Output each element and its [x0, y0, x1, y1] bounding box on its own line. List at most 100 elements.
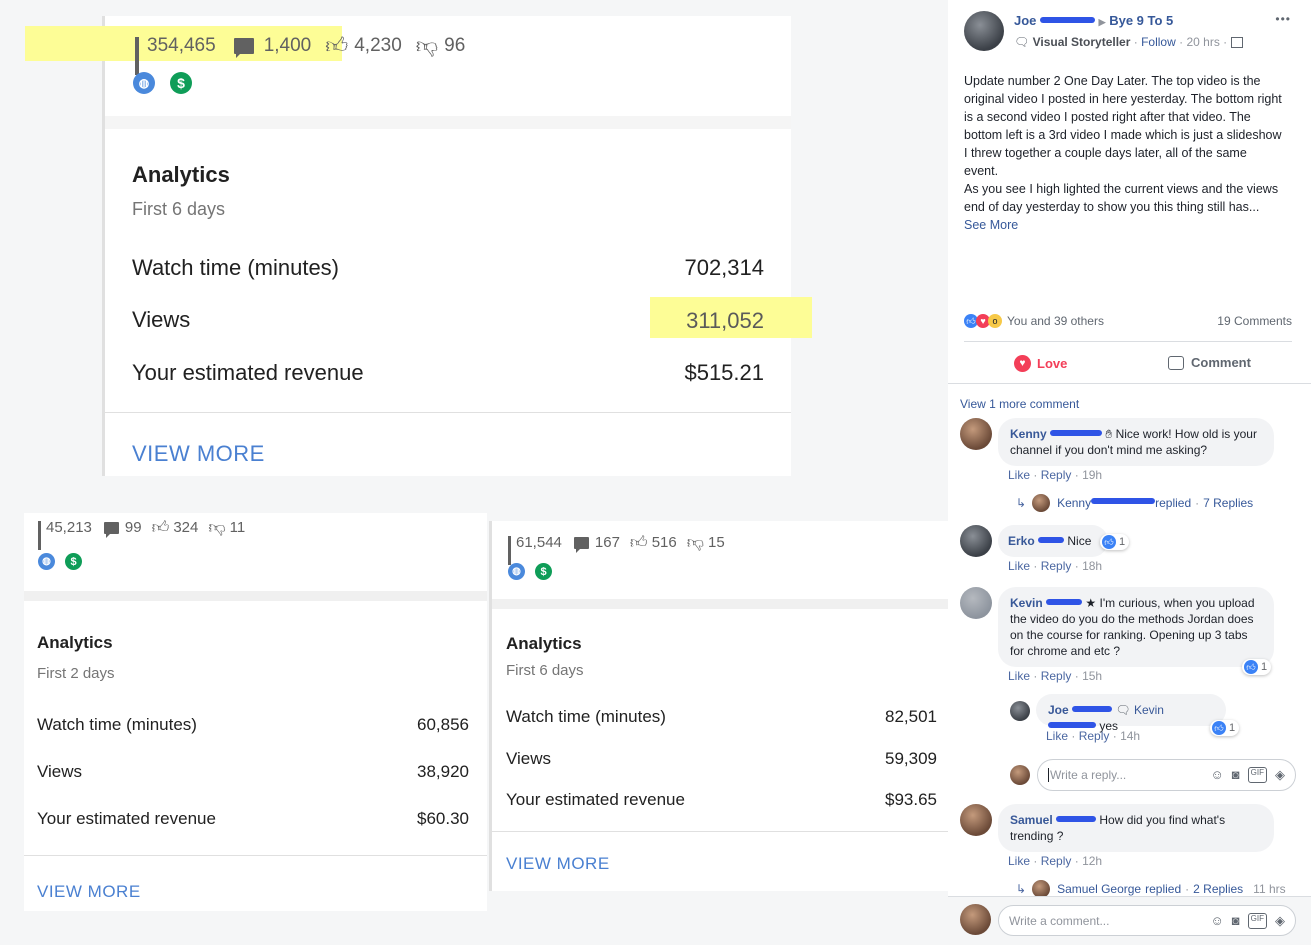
like-link[interactable]: Like: [1008, 559, 1030, 573]
commenter-avatar[interactable]: [960, 418, 992, 450]
reactions-summary[interactable]: 👍︎ ♥ o You and 39 others: [964, 314, 1104, 328]
watch-time-label: Watch time (minutes): [132, 255, 340, 280]
video-stats: 61,544 167 👍︎ 516 👎︎ 15: [508, 532, 725, 565]
privacy-icon: [1230, 37, 1243, 49]
thumbs-up-icon: 👍︎: [151, 518, 170, 537]
author-avatar[interactable]: [964, 11, 1004, 51]
views-count: 354,465: [147, 34, 216, 56]
post-text-para2: As you see I high lighted the current vi…: [964, 182, 1279, 214]
comment-icon: [103, 521, 119, 538]
divider: [105, 412, 791, 413]
video-card-main: 354,465 1,400 👍︎ 4,230 👎︎ 96 ◍ $ Analyti…: [25, 16, 812, 476]
comment-icon: [1168, 355, 1184, 370]
mention-name[interactable]: Kevin: [1134, 703, 1164, 717]
comment-text: I'm curious, when you upload the video d…: [1010, 596, 1255, 658]
views-stat: 45,213: [38, 519, 92, 550]
reply-input[interactable]: Write a reply... ☺ ◙ GIF ◈: [1037, 759, 1296, 791]
emoji-icon[interactable]: ☺: [1211, 767, 1224, 783]
view-more-comments-link[interactable]: View 1 more comment: [960, 397, 1079, 411]
reply-reaction-count[interactable]: 👍︎ 1: [1210, 720, 1240, 736]
revenue-label: Your estimated revenue: [132, 360, 364, 385]
globe-icon: ◍: [38, 553, 55, 570]
dollar-icon: $: [170, 72, 192, 94]
replies-text: replied: [1145, 882, 1182, 896]
sticker-icon[interactable]: ◈: [1275, 913, 1285, 929]
see-more-link[interactable]: See More: [964, 218, 1018, 232]
wave-icon: ✋︎: [1105, 427, 1113, 441]
watch-time-value: 702,314: [684, 255, 764, 280]
love-button[interactable]: ♥ Love: [1014, 355, 1067, 372]
camera-icon[interactable]: ◙: [1232, 767, 1240, 783]
comments-count-link[interactable]: 19 Comments: [1217, 314, 1292, 328]
commenter-name[interactable]: Samuel: [1010, 813, 1053, 827]
replies-author: Samuel George: [1057, 882, 1142, 896]
reply-actions: Like · Reply · 14h: [1046, 729, 1141, 743]
like-link[interactable]: Like: [1046, 729, 1068, 743]
view-more-link[interactable]: VIEW MORE: [37, 882, 141, 902]
gif-icon[interactable]: GIF: [1247, 767, 1267, 783]
comment-input[interactable]: Write a comment... ☺ ◙ GIF ◈: [998, 905, 1296, 936]
comments-stat: 99: [103, 519, 142, 538]
video-stats: 45,213 99 👍︎ 324 👎︎ 11: [38, 517, 245, 550]
commenter-avatar[interactable]: [960, 525, 992, 557]
gif-icon[interactable]: GIF: [1247, 912, 1267, 929]
more-options-icon[interactable]: •••: [1275, 12, 1291, 26]
video-card-left: 45,213 99 👍︎ 324 👎︎ 11 ◍ $ Analytics Fir…: [24, 513, 487, 911]
group-name[interactable]: Bye 9 To 5: [1109, 13, 1173, 28]
comment-reaction-count[interactable]: 👍︎ 1: [1242, 659, 1272, 675]
likes-stat: 👍︎ 4,230: [325, 32, 402, 59]
reply-link[interactable]: Reply: [1041, 559, 1072, 573]
views-label: Views: [506, 749, 552, 768]
likes-count: 516: [651, 534, 677, 551]
comment-icon: [573, 536, 589, 553]
replies-link[interactable]: ↳ Kenny replied · 7 Replies: [1016, 494, 1253, 512]
like-link[interactable]: Like: [1008, 468, 1030, 482]
view-more-link[interactable]: VIEW MORE: [132, 441, 265, 467]
commenter-name[interactable]: Erko: [1008, 534, 1035, 548]
badges: ◍ $: [38, 553, 82, 570]
like-link[interactable]: Like: [1008, 669, 1030, 683]
commenter-name[interactable]: Kenny: [1010, 427, 1047, 441]
comment-reaction-count[interactable]: 👍︎ 1: [1100, 534, 1130, 550]
commenter-avatar[interactable]: [960, 587, 992, 619]
comment-placeholder: Write a comment...: [1009, 913, 1110, 928]
like-link[interactable]: Like: [1008, 854, 1030, 868]
views-label: Views: [37, 762, 83, 781]
commenter-avatar[interactable]: [960, 804, 992, 836]
views-count: 45,213: [46, 519, 92, 536]
emoji-icon[interactable]: ☺: [1211, 913, 1224, 929]
reply-link[interactable]: Reply: [1041, 468, 1072, 482]
replier-avatar[interactable]: [1010, 701, 1030, 721]
view-more-link[interactable]: VIEW MORE: [506, 854, 610, 874]
reply-link[interactable]: Reply: [1041, 854, 1072, 868]
sticker-icon[interactable]: ◈: [1275, 767, 1285, 783]
post-header: Joe ▶ Bye 9 To 5: [1014, 13, 1173, 28]
views-stat: 61,544: [508, 534, 562, 565]
comment-input-icons: ☺ ◙ GIF ◈: [1211, 912, 1285, 929]
reply-link[interactable]: Reply: [1079, 729, 1110, 743]
analytics-title: Analytics: [132, 162, 230, 187]
views-value: 59,309: [885, 749, 937, 768]
thumbs-up-icon: 👍︎: [325, 33, 349, 58]
dislikes-stat: 👎︎ 96: [416, 32, 465, 59]
badge-label: Visual Storyteller: [1032, 35, 1131, 49]
reply-link[interactable]: Reply: [1041, 669, 1072, 683]
views-stat: 354,465: [135, 34, 216, 75]
comment-bubble: Samuel How did you find what's trending …: [998, 804, 1274, 852]
analytics-title: Analytics: [37, 633, 113, 652]
commenter-name[interactable]: Kevin: [1010, 596, 1043, 610]
views-value: 38,920: [417, 762, 469, 781]
globe-icon: ◍: [133, 72, 155, 94]
replier-avatar: [1032, 494, 1051, 512]
video-card-right: 61,544 167 👍︎ 516 👎︎ 15 ◍ $ Analytics Fi…: [489, 521, 951, 891]
comments-count: 167: [594, 534, 620, 551]
redaction-scribble: [1056, 816, 1097, 822]
comment-text: Nice work! How old is your channel if yo…: [1010, 427, 1257, 457]
comments-stat: 167: [573, 534, 620, 553]
author-name[interactable]: Joe: [1014, 13, 1036, 28]
replier-name[interactable]: Joe: [1048, 703, 1069, 717]
comment-button[interactable]: Comment: [1168, 355, 1251, 370]
revenue-value: $60.30: [417, 809, 469, 828]
camera-icon[interactable]: ◙: [1232, 913, 1240, 929]
follow-link[interactable]: Follow: [1141, 35, 1176, 49]
